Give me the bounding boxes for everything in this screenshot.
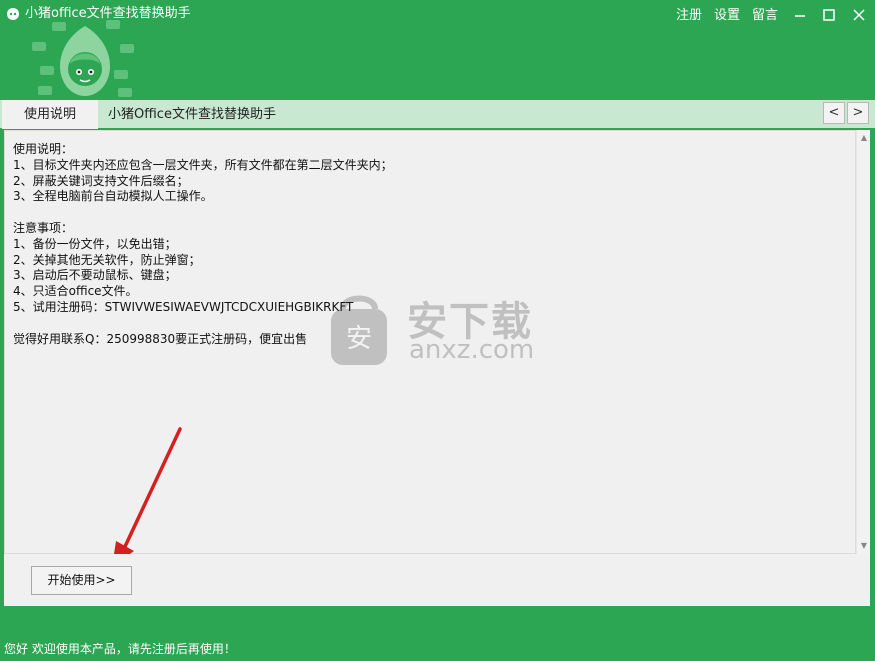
tab-prev-button[interactable]: <: [823, 102, 845, 124]
instruction-line: 注意事项：: [13, 220, 74, 235]
maximize-icon[interactable]: [818, 5, 840, 25]
instruction-line: 2、屏蔽关键词支持文件后缀名；: [13, 173, 189, 188]
tab-bar: 使用说明 小猪Office文件查找替换助手 < >: [0, 100, 875, 129]
tab-next-button[interactable]: >: [847, 102, 869, 124]
watermark-en-text: anxz.com: [409, 335, 535, 365]
button-area: 开始使用>>: [4, 554, 870, 606]
scroll-up-icon[interactable]: ▲: [859, 133, 869, 143]
red-arrow-icon: [112, 427, 182, 567]
mascot-logo-icon: [32, 20, 134, 97]
instruction-line: 3、全程电脑前台自动模拟人工操作。: [13, 189, 213, 204]
minimize-icon[interactable]: [789, 5, 811, 25]
tab-instructions[interactable]: 使用说明: [2, 100, 98, 129]
instruction-line: 2、关掉其他无关软件，防止弹窗；: [13, 252, 201, 267]
watermark-shield-char: 安: [346, 324, 372, 354]
status-bar: 您好 欢迎使用本产品，请先注册后再使用！: [0, 606, 875, 661]
tab-app-title: 小猪Office文件查找替换助手: [108, 107, 276, 122]
instruction-line: 1、备份一份文件，以免出错；: [13, 236, 177, 251]
watermark: 安 安下载 anxz.com: [327, 289, 557, 371]
instruction-line: 1、目标文件夹内还应包含一层文件夹，所有文件都在第二层文件夹内；: [13, 157, 393, 172]
message-link[interactable]: 留言: [752, 7, 778, 25]
watermark-shield-icon: 安: [331, 295, 387, 365]
instruction-line: [13, 205, 393, 221]
instruction-line: 使用说明：: [13, 142, 74, 156]
status-text: 您好 欢迎使用本产品，请先注册后再使用！: [4, 642, 236, 656]
register-link[interactable]: 注册: [676, 7, 702, 25]
close-icon[interactable]: [848, 5, 870, 25]
app-pig-icon: [7, 8, 19, 20]
vertical-scrollbar[interactable]: ▲ ▼: [856, 130, 870, 554]
start-button[interactable]: 开始使用>>: [31, 566, 132, 595]
instruction-line: 3、启动后不要动鼠标、键盘；: [13, 268, 177, 283]
settings-link[interactable]: 设置: [714, 7, 740, 25]
scroll-down-icon[interactable]: ▼: [859, 541, 869, 551]
title-bar: 小猪office文件查找替换助手 注册 设置 留言: [0, 0, 875, 100]
